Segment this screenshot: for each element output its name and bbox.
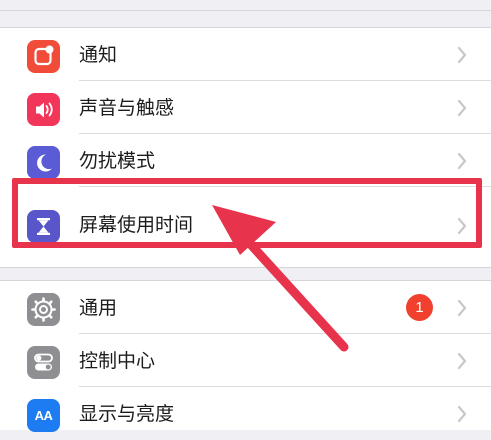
settings-row-label: 显示与亮度 [79,403,175,425]
settings-row-display-brightness[interactable]: AA 显示与亮度 [0,387,491,440]
gear-icon [27,293,60,326]
moon-icon [27,146,60,179]
settings-row-general[interactable]: 通用 1 [0,281,491,334]
text-size-icon: AA [27,399,60,432]
settings-row-label: 声音与触感 [79,97,175,119]
text-size-icon-glyph: AA [34,408,53,423]
chevron-right-icon [457,299,467,317]
settings-row-notifications[interactable]: 通知 [0,28,491,81]
chevron-right-icon [457,405,467,423]
settings-row-label: 通用 [79,297,118,319]
toggles-icon [27,346,60,379]
speaker-icon [27,93,60,126]
chevron-right-icon [457,152,467,170]
settings-row-control-center[interactable]: 控制中心 [0,334,491,387]
chevron-right-icon [457,99,467,117]
settings-row-label: 通知 [79,44,118,66]
settings-row-sounds[interactable]: 声音与触感 [0,81,491,134]
highlight-box-annotation [12,178,482,248]
notifications-icon [27,40,60,73]
settings-row-label: 控制中心 [79,350,156,372]
chevron-right-icon [457,46,467,64]
settings-group-2: 通用 1 控制中心 AA 显示与亮度 [0,280,491,432]
chevron-right-icon [457,352,467,370]
settings-row-label: 勿扰模式 [79,150,156,172]
notification-badge: 1 [406,294,433,321]
top-divider [0,0,491,11]
